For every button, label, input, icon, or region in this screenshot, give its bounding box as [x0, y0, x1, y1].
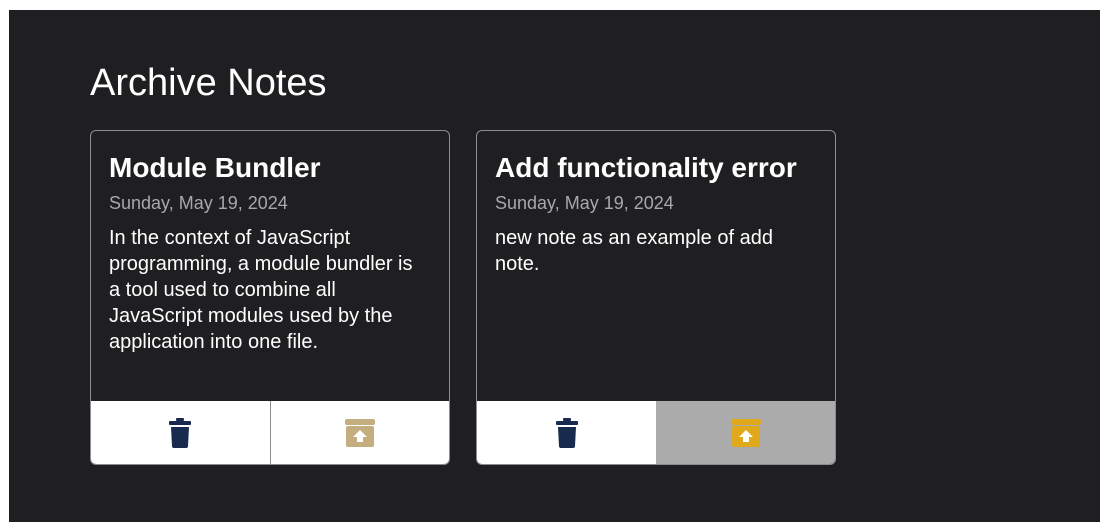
note-actions: [477, 401, 835, 464]
note-actions: [91, 401, 449, 464]
delete-button[interactable]: [477, 401, 656, 464]
note-text: new note as an example of add note.: [495, 227, 773, 275]
unarchive-button[interactable]: [270, 401, 449, 464]
note-body: Module Bundler Sunday, May 19, 2024 In t…: [91, 131, 449, 401]
trash-icon: [169, 417, 192, 448]
note-title[interactable]: Module Bundler: [109, 151, 431, 185]
unarchive-button[interactable]: [656, 401, 835, 464]
note-card: Module Bundler Sunday, May 19, 2024 In t…: [90, 130, 450, 465]
trash-icon: [555, 417, 578, 448]
note-body: Add functionality error Sunday, May 19, …: [477, 131, 835, 401]
archive-panel: Archive Notes Module Bundler Sunday, May…: [9, 10, 1100, 522]
note-title[interactable]: Add functionality error: [495, 151, 817, 185]
unarchive-icon: [730, 418, 761, 447]
note-text: In the context of JavaScript programming…: [109, 227, 413, 353]
note-date: Sunday, May 19, 2024: [109, 193, 288, 213]
notes-list: Module Bundler Sunday, May 19, 2024 In t…: [90, 130, 836, 465]
note-date: Sunday, May 19, 2024: [495, 193, 674, 213]
note-card: Add functionality error Sunday, May 19, …: [476, 130, 836, 465]
unarchive-icon: [344, 418, 375, 447]
delete-button[interactable]: [91, 401, 271, 464]
page-title: Archive Notes: [90, 62, 327, 104]
